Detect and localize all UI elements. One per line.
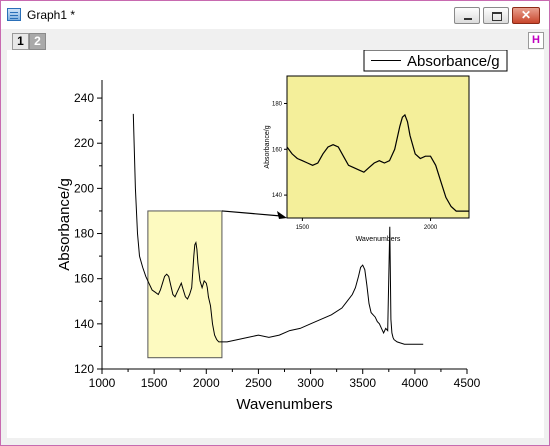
inset-plot[interactable]: 1500 2000 140 160 180 Wavenumbers Absorbanc… xyxy=(264,75,470,243)
inset-x-tick-label: 1500 xyxy=(296,225,310,231)
y-tick-label: 180 xyxy=(74,227,94,241)
zoom-connector-arrow xyxy=(221,210,287,219)
h-button[interactable]: H xyxy=(528,32,544,49)
y-tick-label: 240 xyxy=(74,91,94,105)
inset-x-axis-label: Wavenumbers xyxy=(356,236,401,243)
x-tick-label: 1000 xyxy=(89,376,116,390)
legend[interactable]: Absorbance/g xyxy=(363,49,508,72)
y-tick-label: 160 xyxy=(74,272,94,286)
inset-y-tick-label: 180 xyxy=(272,101,283,107)
x-axis-label: Wavenumbers xyxy=(236,396,332,413)
chart-canvas: 1000 1500 2000 2500 3000 3500 4000 4500 1201401… xyxy=(56,49,508,413)
minimize-button[interactable] xyxy=(454,7,480,24)
window-title: Graph1 * xyxy=(27,8,76,22)
y-tick-label: 140 xyxy=(74,317,94,331)
close-button[interactable] xyxy=(512,7,540,24)
x-tick-label: 2000 xyxy=(193,376,220,390)
inset-y-tick-label: 160 xyxy=(272,147,283,153)
x-tick-label: 1500 xyxy=(141,376,168,390)
x-tick-label: 3000 xyxy=(297,376,324,390)
x-tick-label: 3500 xyxy=(349,376,376,390)
layer-tab-1[interactable]: 1 xyxy=(12,33,29,50)
legend-label: Absorbance/g xyxy=(407,53,500,70)
y-tick-label: 120 xyxy=(74,362,94,376)
zoom-region-highlight[interactable] xyxy=(147,210,223,359)
inset-y-axis-label: Absorbance/g xyxy=(264,125,271,168)
inset-plot-background xyxy=(286,75,470,219)
x-axis-ticks: 1000 1500 2000 2500 3000 3500 4000 4500 xyxy=(89,369,481,390)
x-tick-label: 2500 xyxy=(245,376,272,390)
inset-y-axis-ticks: 140 160 180 xyxy=(272,101,287,199)
inset-x-axis-ticks: 1500 2000 xyxy=(296,218,438,231)
graph-window-icon[interactable] xyxy=(7,8,21,21)
title-bar[interactable]: Graph1 * xyxy=(1,1,549,29)
inset-x-tick-label: 2000 xyxy=(424,225,438,231)
y-axis-ticks: 120 140 160 180 200 220 240 xyxy=(74,91,102,376)
y-axis-label: Absorbance/g xyxy=(56,178,73,271)
layer-tab-2[interactable]: 2 xyxy=(29,33,46,50)
x-tick-label: 4500 xyxy=(454,376,481,390)
maximize-button[interactable] xyxy=(483,7,509,24)
inset-y-tick-label: 140 xyxy=(272,193,283,199)
y-tick-label: 200 xyxy=(74,181,94,195)
y-tick-label: 220 xyxy=(74,136,94,150)
graph-page[interactable]: 1000 1500 2000 2500 3000 3500 4000 4500 120 140 1… xyxy=(7,49,544,438)
graph-window: Graph1 * 1 2 H 1000 1500 2000 2500 3000 3500 4… xyxy=(0,0,550,446)
x-tick-label: 4000 xyxy=(402,376,429,390)
